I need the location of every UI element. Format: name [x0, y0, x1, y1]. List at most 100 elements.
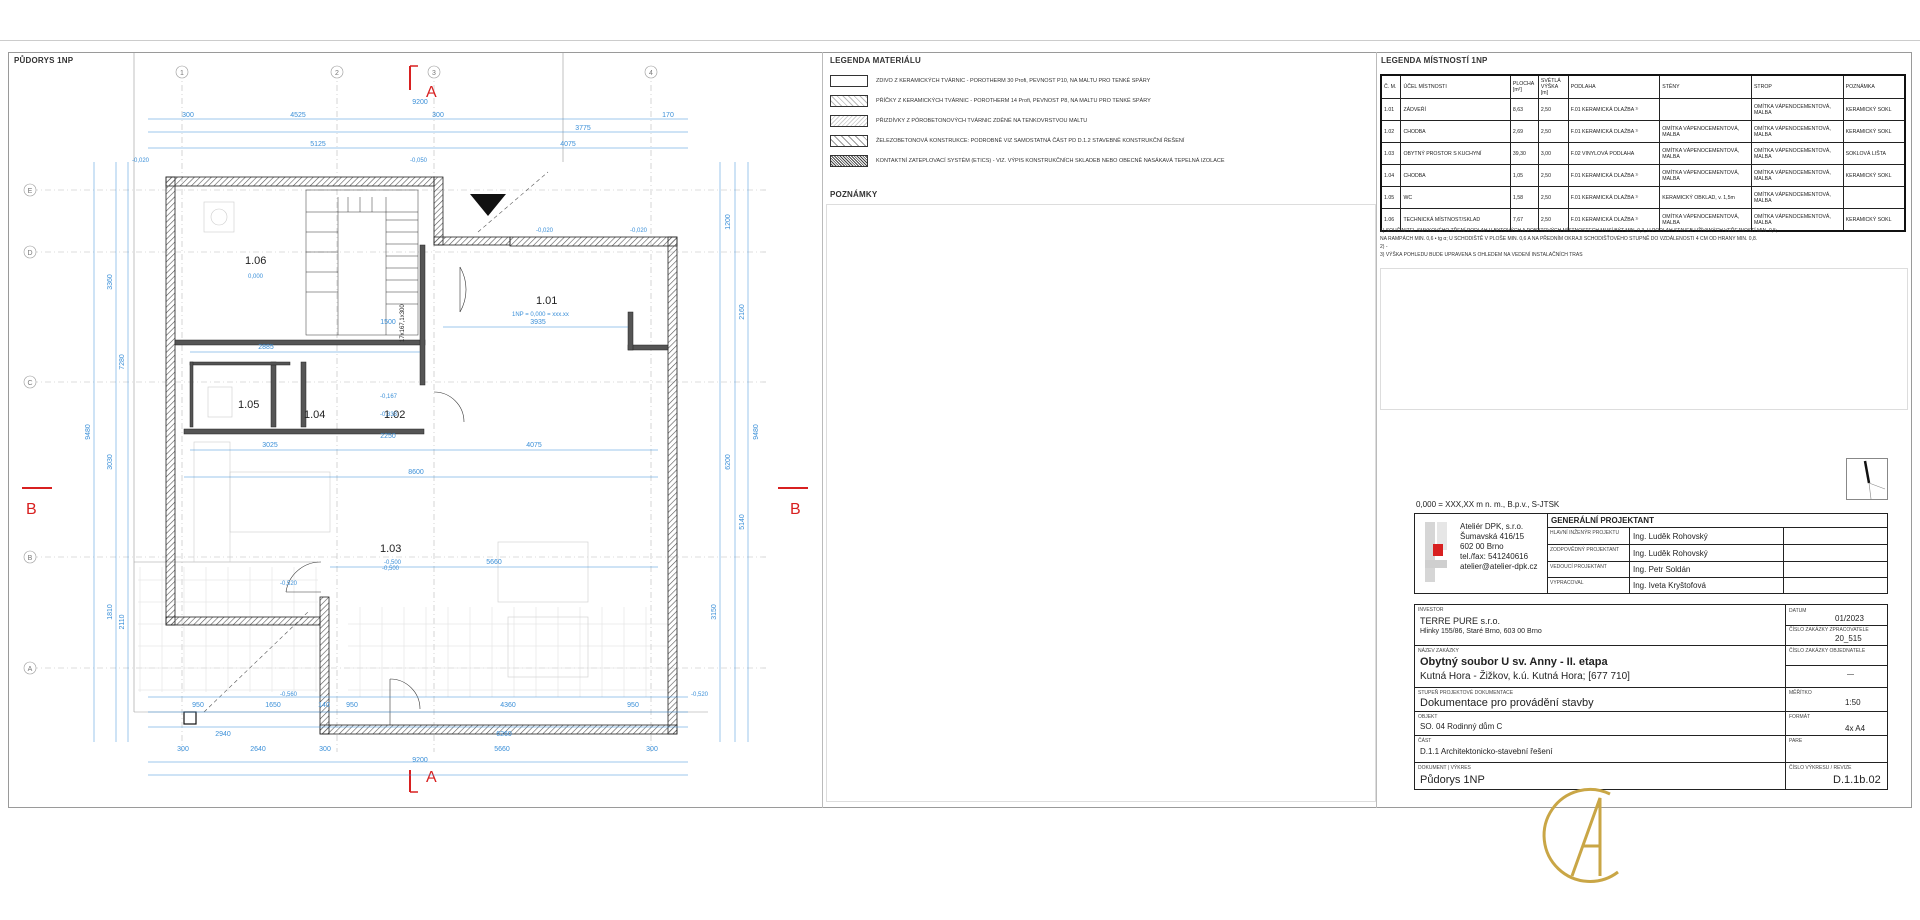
- table-cell: 1.04: [1380, 164, 1402, 187]
- column-header: POZNÁMKA: [1842, 74, 1906, 99]
- dimension-text: 950: [627, 702, 639, 709]
- staff-name: Ing. Luděk Rohovský: [1633, 532, 1708, 541]
- table-cell: [1842, 186, 1906, 209]
- dimension-text: 4360: [500, 702, 516, 709]
- axis-label: B: [28, 555, 33, 562]
- legend-text: ZDIVO Z KERAMICKÝCH TVÁRNIC - POROTHERM …: [876, 78, 1151, 84]
- room-number: 1.03: [380, 543, 401, 555]
- legend-item: PŘÍČKY Z KERAMICKÝCH TVÁRNIC - POROTHERM…: [830, 94, 1151, 108]
- sheet-divider: [1376, 52, 1377, 808]
- dimension-text: 6200: [725, 454, 732, 470]
- column-header: STROP: [1750, 74, 1844, 99]
- notes-area: [826, 204, 1376, 802]
- dimension-text: 3150: [711, 604, 718, 620]
- table-cell: ZÁDVEŘÍ: [1400, 98, 1511, 121]
- part-label: ČÁST: [1418, 738, 1432, 744]
- dimension-text: 300: [319, 746, 331, 753]
- level-mark: -0,520: [691, 692, 709, 698]
- table-cell: OMÍTKA VÁPENOCEMENTOVÁ, MALBA: [1750, 142, 1844, 165]
- investor-label: INVESTOR: [1418, 607, 1444, 613]
- swatch-icon: [830, 155, 868, 167]
- axis-label: 3: [432, 70, 436, 77]
- staff-name: Ing. Luděk Rohovský: [1633, 549, 1708, 558]
- dimension-text: 1500: [380, 319, 396, 326]
- north-arrow-icon: [1846, 458, 1888, 500]
- drawing-no-value: D.1.1b.02: [1833, 774, 1881, 786]
- staff-role: VYPRACOVAL: [1550, 580, 1584, 586]
- dimension-text: 4075: [560, 141, 576, 148]
- notes-title: POZNÁMKY: [830, 190, 878, 199]
- investor-address: Hlinky 155/86, Staré Brno, 603 00 Brno: [1420, 628, 1542, 635]
- table-cell: CHODBA: [1400, 120, 1511, 143]
- rooms-table: Č. M. ÚČEL MÍSTNOSTI PLOCHA [m²] SVĚTLÁ …: [1380, 74, 1906, 232]
- format-value: 4x A4: [1845, 724, 1866, 733]
- level-mark: -0,020: [630, 228, 648, 234]
- order-no-value: 20_515: [1835, 634, 1862, 643]
- table-cell: F.01 KERAMICKÁ DLAŽBA ¹⁾: [1567, 120, 1661, 143]
- dimension-text: 1810: [107, 604, 114, 620]
- table-cell: 2,50: [1537, 120, 1569, 143]
- table-cell: F.01 KERAMICKÁ DLAŽBA ¹⁾: [1567, 164, 1661, 187]
- table-cell: KERAMICKÝ SOKL: [1842, 208, 1906, 232]
- swatch-icon: [830, 95, 868, 107]
- copy-label: PARE: [1789, 738, 1803, 744]
- order-no-label: ČÍSLO ZAKÁZKY ZPRACOVATELE: [1789, 627, 1869, 633]
- table-cell: 1,05: [1509, 164, 1539, 187]
- floor-plan: 1 2 3 4 E D C B A A A B B 1.06 0,000 1.0…: [22, 52, 808, 793]
- table-row: 1.01 ZÁDVEŘÍ 8,63 2,50 F.01 KERAMICKÁ DLAŽBA…: [1380, 98, 1906, 121]
- legend-item: KONTAKTNÍ ZATEPLOVACÍ SYSTÉM (ETICS) - V…: [830, 154, 1225, 168]
- axis-label: 4: [649, 70, 653, 77]
- dimension-text: 2160: [739, 304, 746, 320]
- room-number: 1.04: [304, 409, 325, 421]
- company-logo-icon: [1419, 520, 1455, 588]
- table-row: 1.03 OBYTNÝ PROSTOR S KUCHYNÍ 39,30 3,00 F.0…: [1380, 142, 1906, 165]
- swatch-icon: [830, 135, 868, 147]
- dimension-text: 300: [432, 112, 444, 119]
- dimension-text: 2940: [215, 731, 231, 738]
- column-header: SVĚTLÁ VÝŠKA [m]: [1537, 74, 1569, 99]
- axis-label: 1: [180, 70, 184, 77]
- object-label: OBJEKT: [1418, 714, 1438, 720]
- table-cell: OMÍTKA VÁPENOCEMENTOVÁ, MALBA: [1659, 120, 1752, 143]
- company-city: 602 00 Brno: [1460, 542, 1504, 551]
- dimension-text: 2885: [258, 344, 274, 351]
- section-mark: B: [26, 501, 37, 518]
- dimension-text: 300: [646, 746, 658, 753]
- dimension-text: 2640: [250, 746, 266, 753]
- company-street: Šumavská 416/15: [1460, 532, 1525, 541]
- room-number: 1.01: [536, 295, 557, 307]
- level-mark: -0,020: [132, 158, 150, 164]
- table-cell: OMÍTKA VÁPENOCEMENTOVÁ, MALBA: [1750, 120, 1844, 143]
- table-cell: KERAMICKÝ SOKL: [1842, 164, 1906, 187]
- table-cell: F.01 KERAMICKÁ DLAŽBA ¹⁾: [1567, 186, 1661, 209]
- column-header: STĚNY: [1659, 74, 1752, 99]
- date-label: DATUM: [1789, 608, 1807, 614]
- table-cell: 3,00: [1537, 142, 1569, 165]
- investor-name: TERRE PURE s.r.o.: [1420, 616, 1501, 626]
- level-mark: -0,520: [280, 581, 298, 587]
- column-header: ÚČEL MÍSTNOSTI: [1400, 74, 1511, 99]
- dimension-text: 9200: [412, 757, 428, 764]
- scale-label: MĚŘÍTKO: [1789, 690, 1812, 696]
- table-cell: 2,69: [1509, 120, 1539, 143]
- table-cell: KERAMICKÝ SOKL: [1842, 120, 1906, 143]
- axis-label: E: [28, 188, 33, 195]
- object-value: SO. 04 Rodinný dům C: [1420, 722, 1503, 731]
- general-designer-label: GENERÁLNÍ PROJEKTANT: [1551, 516, 1654, 525]
- dimension-text: 5125: [310, 141, 326, 148]
- table-cell: 1.02: [1380, 120, 1402, 143]
- table-cell: 39,30: [1509, 142, 1539, 165]
- axis-label: A: [28, 666, 33, 673]
- dimension-text: 3030: [107, 454, 114, 470]
- rooms-legend-title: LEGENDA MÍSTNOSTÍ 1NP: [1381, 56, 1488, 65]
- dimension-text: 4075: [526, 442, 542, 449]
- room-number: 1.05: [238, 399, 259, 411]
- company-email: atelier@atelier-dpk.cz: [1460, 562, 1538, 571]
- drawing-no-label: ČÍSLO VÝKRESU / REVIZE: [1789, 765, 1852, 771]
- dimension-text: 3025: [262, 442, 278, 449]
- table-cell: OMÍTKA VÁPENOCEMENTOVÁ, MALBA: [1750, 164, 1844, 187]
- dimension-text: 3775: [575, 125, 591, 132]
- level-mark: -0,020: [536, 228, 554, 234]
- dimension-text: 2250: [380, 433, 396, 440]
- staff-name: Ing. Iveta Kryštofová: [1633, 581, 1706, 590]
